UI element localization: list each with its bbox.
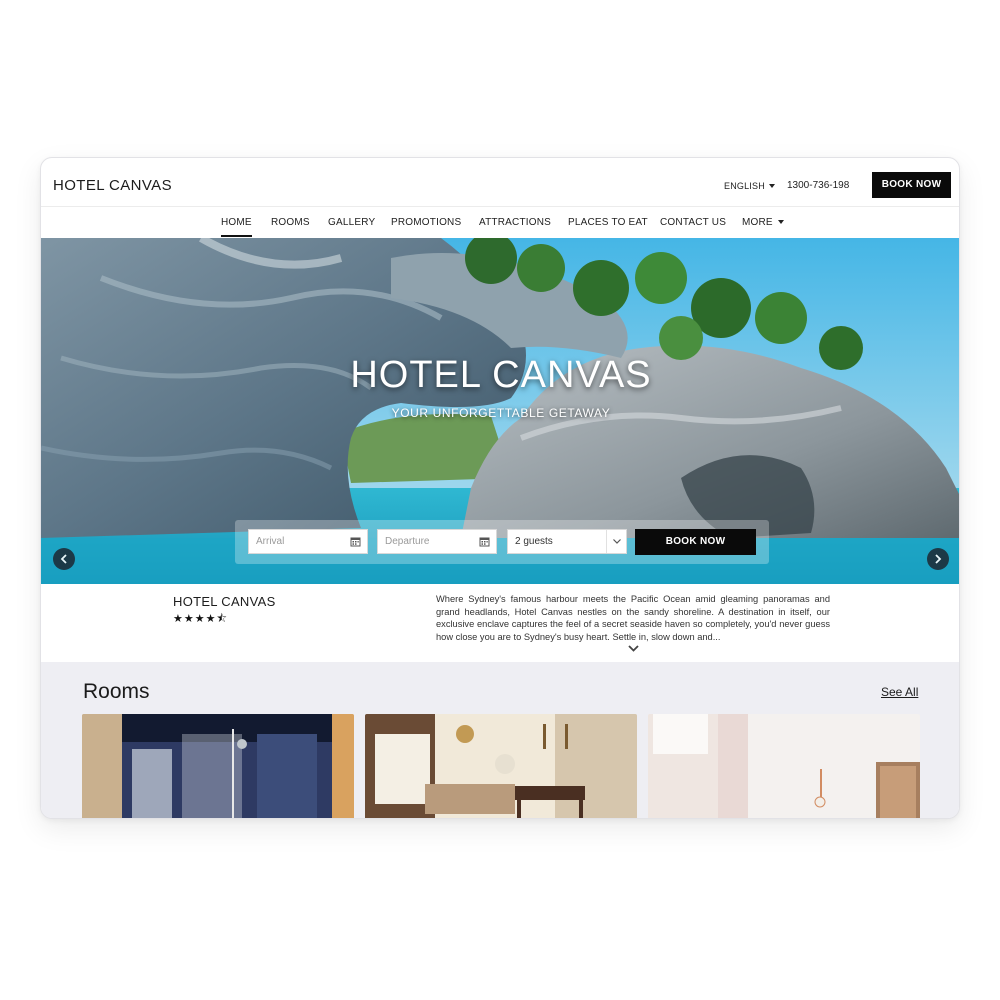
nav-rooms[interactable]: ROOMS: [271, 217, 310, 228]
departure-field[interactable]: Departure: [377, 529, 497, 554]
hero-subtitle: YOUR UNFORGETTABLE GETAWAY: [391, 406, 611, 420]
nav-more-label: MORE: [742, 217, 773, 228]
calendar-icon: [350, 537, 361, 547]
chevron-down-icon: [606, 530, 626, 553]
chevron-right-icon: [935, 554, 942, 564]
main-nav: HOME ROOMS GALLERY PROMOTIONS ATTRACTION…: [41, 207, 959, 238]
nav-home[interactable]: HOME: [221, 217, 252, 237]
carousel-prev-button[interactable]: [53, 548, 75, 570]
rooms-heading: Rooms: [83, 680, 150, 703]
hotel-description: Where Sydney's famous harbour meets the …: [436, 594, 830, 642]
room-card[interactable]: [365, 714, 637, 818]
nav-places-to-eat[interactable]: PLACES TO EAT: [568, 217, 648, 228]
language-selector[interactable]: ENGLISH: [724, 181, 775, 191]
chevron-down-icon: [768, 184, 775, 188]
room-image-living-room: [365, 714, 637, 818]
site-logo[interactable]: HOTEL CANVAS: [53, 177, 172, 194]
room-image-bathroom: [82, 714, 354, 818]
guests-select[interactable]: 2 guests: [507, 529, 627, 554]
room-card[interactable]: [648, 714, 920, 818]
browser-frame: HOTEL CANVAS ENGLISH 1300-736-198 BOOK N…: [40, 157, 960, 819]
expand-chevron-icon[interactable]: [628, 645, 639, 652]
arrival-placeholder: Arrival: [256, 536, 285, 547]
rooms-section: Rooms See All: [41, 662, 959, 818]
booking-bar: Arrival Departure 2 guests BOOK NOW: [235, 520, 769, 564]
nav-attractions[interactable]: ATTRACTIONS: [479, 217, 551, 228]
hotel-intro: HOTEL CANVAS ★★★★⯪ Where Sydney's famous…: [41, 584, 959, 662]
hotel-name: HOTEL CANVAS: [173, 594, 276, 609]
star-rating: ★★★★⯪: [173, 613, 228, 625]
hero-title: HOTEL CANVAS: [350, 354, 652, 396]
phone-number[interactable]: 1300-736-198: [787, 180, 849, 191]
language-label: ENGLISH: [724, 181, 765, 191]
book-now-button[interactable]: BOOK NOW: [872, 172, 951, 198]
chevron-left-icon: [60, 554, 67, 564]
hero-book-now-button[interactable]: BOOK NOW: [635, 529, 756, 555]
hero-banner: HOTEL CANVAS YOUR UNFORGETTABLE GETAWAY …: [41, 238, 959, 584]
guests-value: 2 guests: [515, 536, 553, 547]
nav-gallery[interactable]: GALLERY: [328, 217, 375, 228]
nav-promotions[interactable]: PROMOTIONS: [391, 217, 461, 228]
see-all-link[interactable]: See All: [881, 685, 918, 699]
site-header: HOTEL CANVAS ENGLISH 1300-736-198 BOOK N…: [41, 158, 959, 208]
departure-placeholder: Departure: [385, 536, 430, 547]
carousel-next-button[interactable]: [927, 548, 949, 570]
room-image-bedroom: [648, 714, 920, 818]
arrival-field[interactable]: Arrival: [248, 529, 368, 554]
room-card[interactable]: [82, 714, 354, 818]
calendar-icon: [479, 537, 490, 547]
nav-contact-us[interactable]: CONTACT US: [660, 217, 726, 228]
nav-more[interactable]: MORE: [742, 217, 784, 228]
chevron-down-icon: [777, 220, 784, 224]
